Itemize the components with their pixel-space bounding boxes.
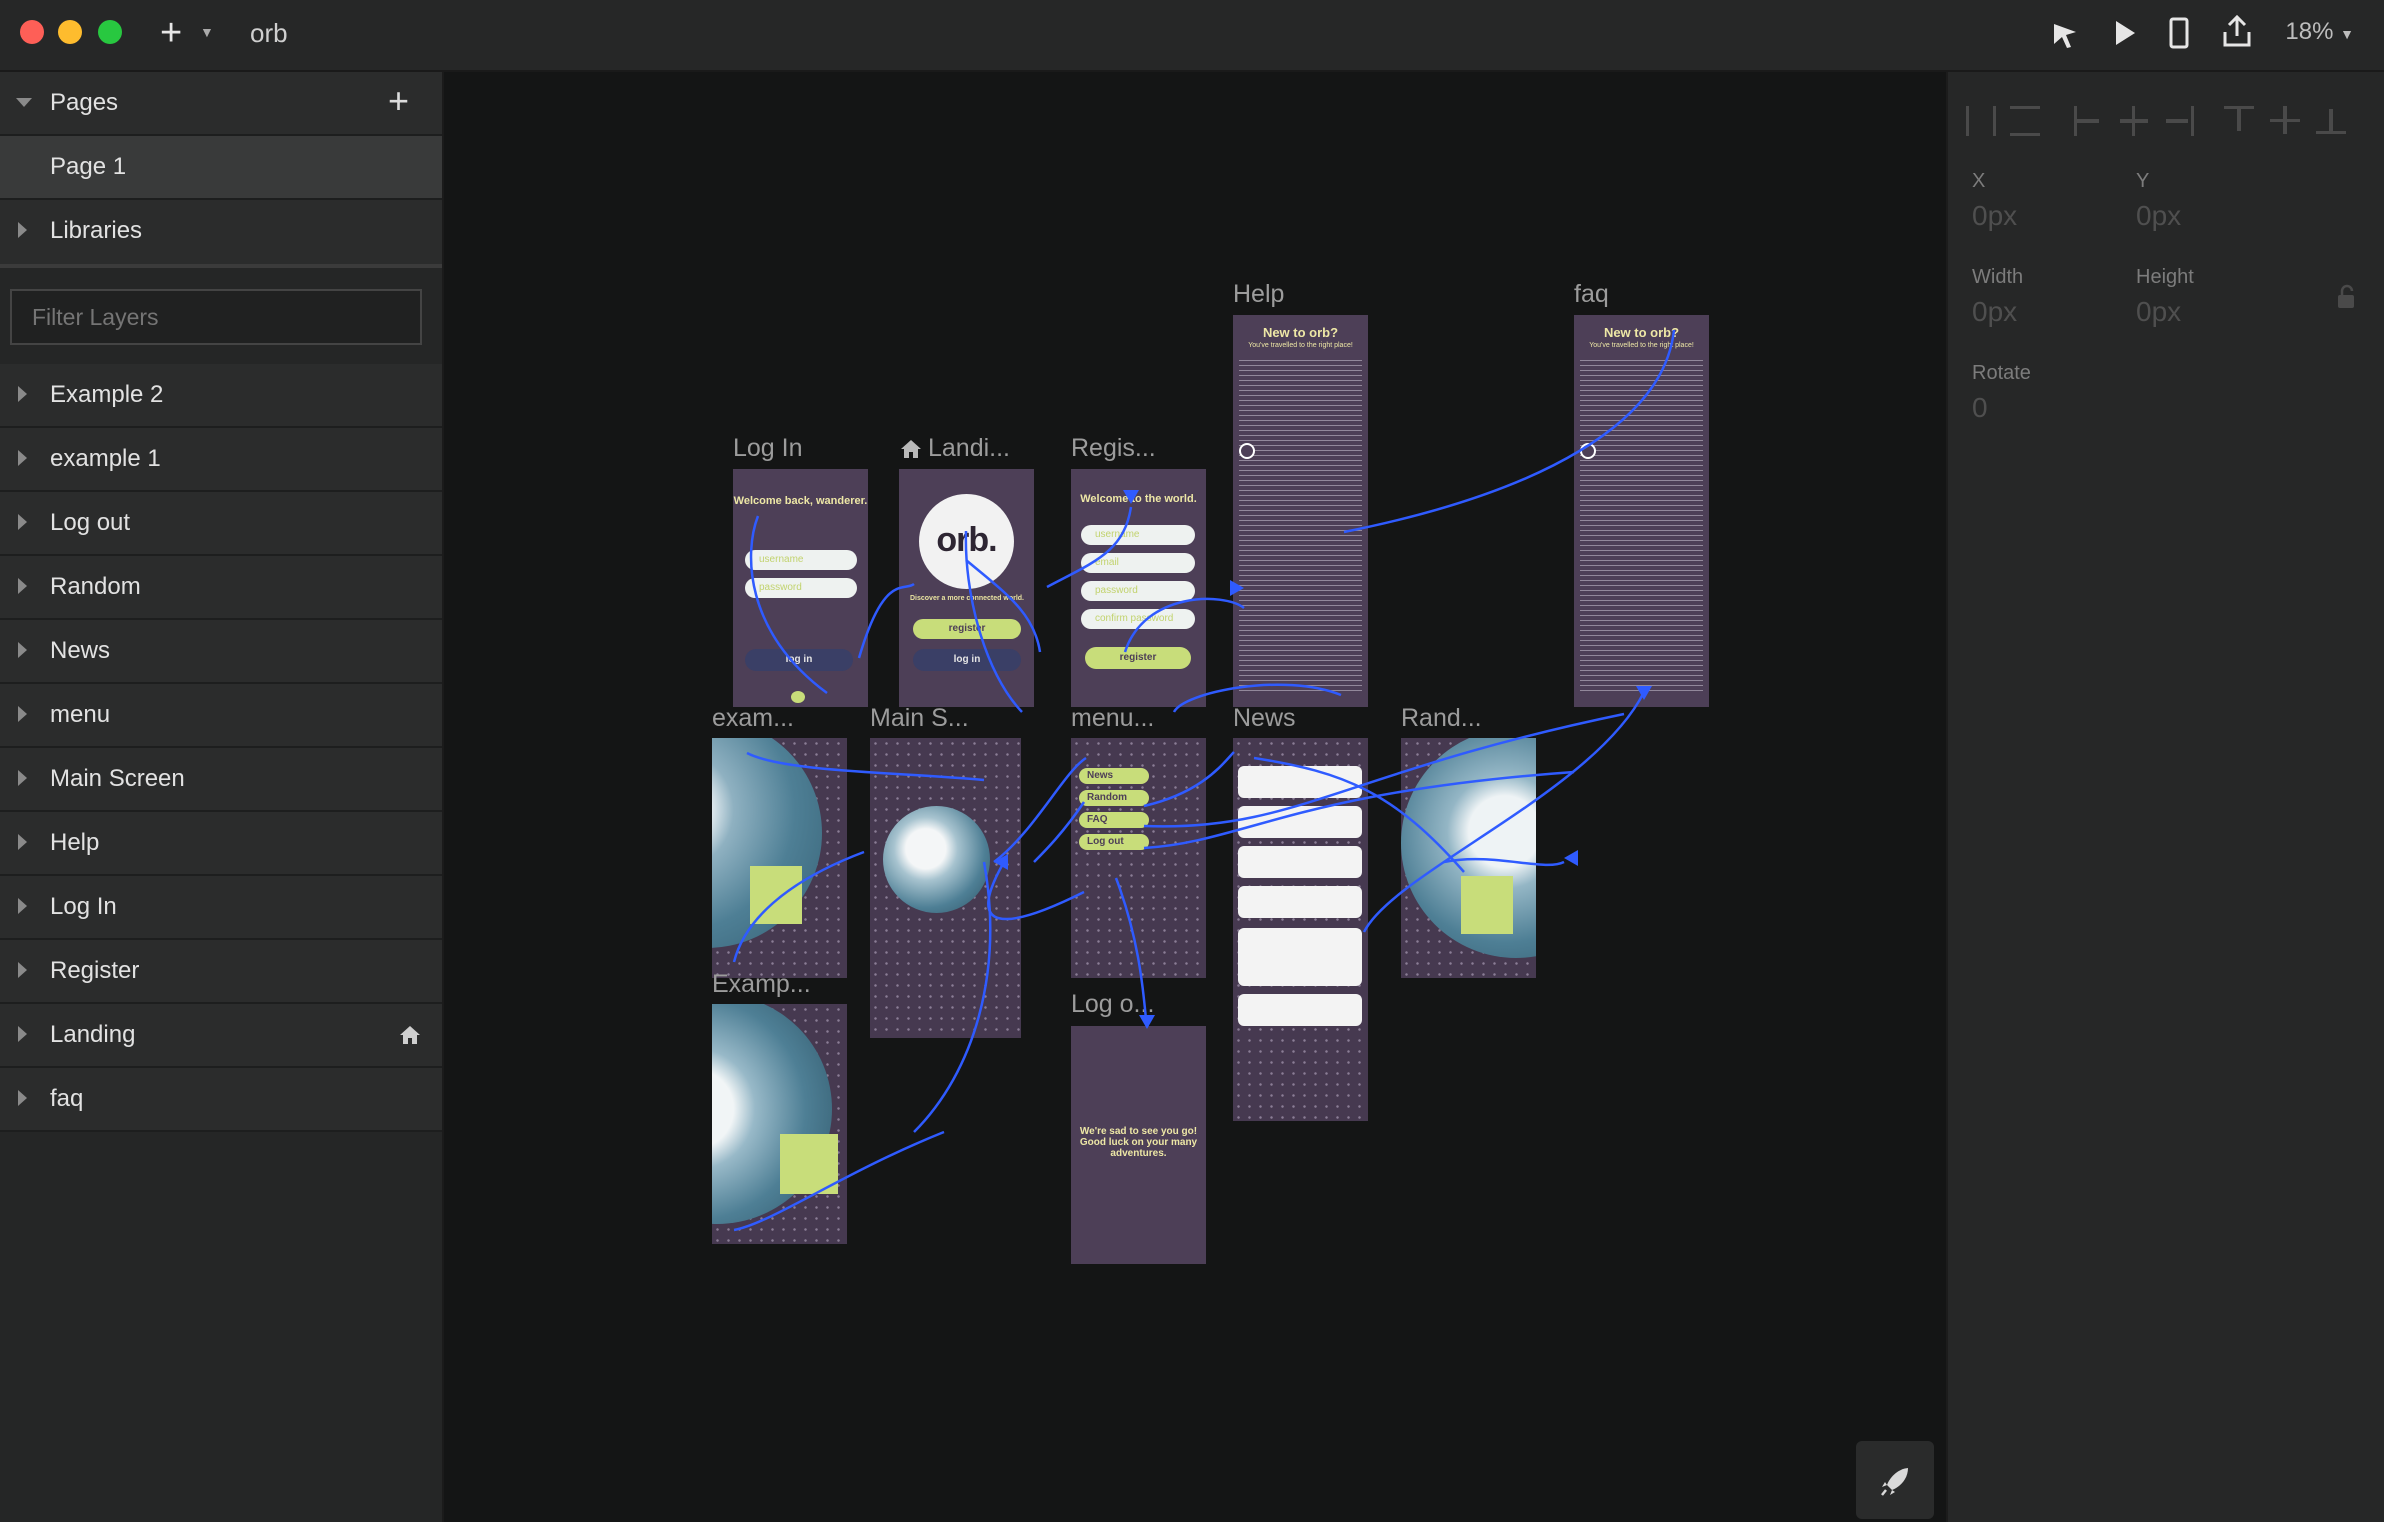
height-field[interactable]: 0px xyxy=(2136,296,2181,328)
layer-item-faq[interactable]: faq xyxy=(0,1068,442,1132)
zoom-level[interactable]: 18% ▼ xyxy=(2285,18,2354,46)
page-item-label: Page 1 xyxy=(50,153,127,180)
expand-triangle-icon[interactable] xyxy=(18,898,27,914)
layer-item-example-1[interactable]: example 1 xyxy=(0,428,442,492)
zoom-value: 18% xyxy=(2285,18,2334,45)
layer-item-example-2[interactable]: Example 2 xyxy=(0,364,442,428)
x-label: X xyxy=(1972,170,1986,192)
layer-item-news[interactable]: News xyxy=(0,620,442,684)
layer-item-menu[interactable]: menu xyxy=(0,684,442,748)
layer-item-help[interactable]: Help xyxy=(0,812,442,876)
play-icon[interactable] xyxy=(2112,18,2138,48)
layer-label: menu xyxy=(50,701,111,728)
layer-item-log-out[interactable]: Log out xyxy=(0,492,442,556)
layer-label: Example 2 xyxy=(50,381,164,408)
expand-triangle-icon[interactable] xyxy=(18,1026,27,1042)
layers-sidebar: Pages + Page 1 Libraries Example 2 exampl… xyxy=(0,72,444,1522)
layer-label: Log In xyxy=(50,893,117,920)
lock-icon[interactable] xyxy=(2336,284,2356,310)
inspector-panel: X 0px Y 0px Width 0px Height 0px Rotate … xyxy=(1946,72,2384,1522)
layer-item-register[interactable]: Register xyxy=(0,940,442,1004)
filter-area xyxy=(0,268,442,364)
align-right-icon[interactable] xyxy=(2166,106,2194,136)
expand-triangle-icon[interactable] xyxy=(18,962,27,978)
expand-triangle-icon[interactable] xyxy=(18,706,27,722)
layer-label: Help xyxy=(50,829,100,856)
device-icon[interactable] xyxy=(2168,16,2190,50)
align-middle-icon[interactable] xyxy=(2270,106,2300,134)
chevron-down-icon: ▼ xyxy=(2340,26,2354,42)
pages-header[interactable]: Pages + xyxy=(0,72,442,136)
zoom-window-button[interactable] xyxy=(98,20,122,44)
design-canvas[interactable]: Log In Welcome back, wanderer. username … xyxy=(444,72,1946,1522)
height-label: Height xyxy=(2136,266,2194,288)
expand-triangle-icon[interactable] xyxy=(18,578,27,594)
y-label: Y xyxy=(2136,170,2150,192)
add-page-icon[interactable]: + xyxy=(388,80,409,122)
layer-item-landing[interactable]: Landing xyxy=(0,1004,442,1068)
libraries-item[interactable]: Libraries xyxy=(0,200,442,268)
layer-label: example 1 xyxy=(50,445,161,472)
close-window-button[interactable] xyxy=(20,20,44,44)
page-item-page-1[interactable]: Page 1 xyxy=(0,136,442,200)
expand-triangle-icon[interactable] xyxy=(18,834,27,850)
pages-label: Pages xyxy=(50,89,119,116)
width-field[interactable]: 0px xyxy=(1972,296,2017,328)
expand-triangle-icon[interactable] xyxy=(18,770,27,786)
expand-triangle-icon[interactable] xyxy=(18,514,27,530)
prototype-links xyxy=(732,329,1676,1232)
expand-triangle-icon[interactable] xyxy=(18,450,27,466)
minimize-window-button[interactable] xyxy=(58,20,82,44)
distribute-horizontal-icon[interactable] xyxy=(1966,106,1996,136)
y-field[interactable]: 0px xyxy=(2136,200,2181,232)
expand-triangle-icon[interactable] xyxy=(18,642,27,658)
share-icon[interactable] xyxy=(2220,14,2254,50)
home-icon xyxy=(400,1026,420,1044)
rotate-label: Rotate xyxy=(1972,362,2031,384)
align-left-icon[interactable] xyxy=(2074,106,2102,136)
layer-item-log-in[interactable]: Log In xyxy=(0,876,442,940)
chevron-down-icon[interactable]: ▼ xyxy=(200,24,214,40)
layer-item-main-screen[interactable]: Main Screen xyxy=(0,748,442,812)
layer-label: faq xyxy=(50,1085,84,1112)
align-bottom-icon[interactable] xyxy=(2316,106,2346,134)
distribute-vertical-icon[interactable] xyxy=(2010,106,2040,136)
rotate-field[interactable]: 0 xyxy=(1972,392,1988,424)
align-center-horizontal-icon[interactable] xyxy=(2120,106,2148,136)
document-title: orb xyxy=(250,18,288,48)
align-toolbar xyxy=(1966,106,2376,136)
layer-item-random[interactable]: Random xyxy=(0,556,442,620)
expand-triangle-icon[interactable] xyxy=(18,1090,27,1106)
layer-label: Register xyxy=(50,957,140,984)
filter-layers-input[interactable] xyxy=(10,289,422,345)
publish-rocket-button[interactable] xyxy=(1856,1441,1934,1519)
preview-cursor-icon[interactable] xyxy=(2050,18,2080,50)
align-top-icon[interactable] xyxy=(2224,106,2254,134)
x-field[interactable]: 0px xyxy=(1972,200,2017,232)
expand-triangle-icon xyxy=(18,222,27,238)
expand-triangle-icon[interactable] xyxy=(18,386,27,402)
title-bar: + ▼ orb 18% ▼ xyxy=(0,0,2384,72)
layer-label: Main Screen xyxy=(50,765,185,792)
width-label: Width xyxy=(1972,266,2024,288)
layer-label: News xyxy=(50,637,111,664)
layer-label: Log out xyxy=(50,509,131,536)
rocket-icon xyxy=(1881,1468,1908,1496)
layer-label: Landing xyxy=(50,1021,136,1048)
layer-label: Random xyxy=(50,573,141,600)
libraries-label: Libraries xyxy=(50,217,143,244)
add-icon[interactable]: + xyxy=(160,14,182,52)
expand-triangle-icon xyxy=(16,98,32,107)
